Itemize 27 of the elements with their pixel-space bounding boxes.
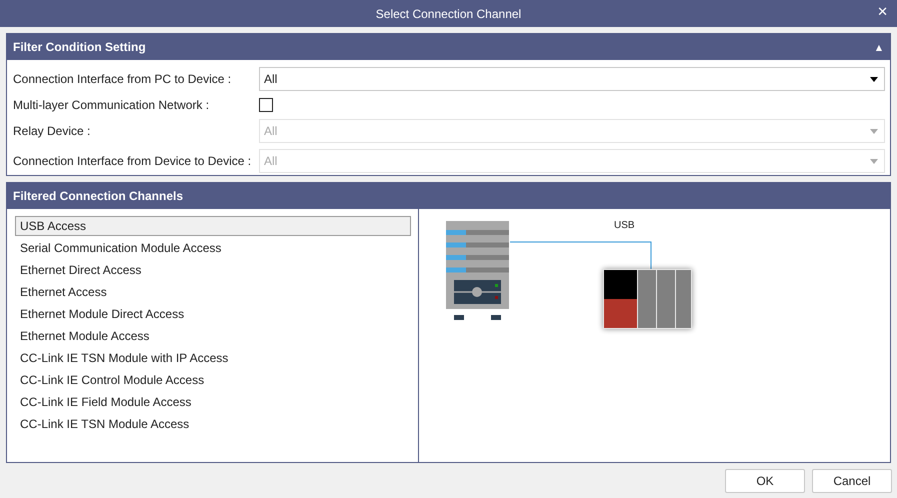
channel-list-item[interactable]: CC-Link IE Control Module Access xyxy=(15,370,411,390)
collapse-button[interactable]: ▲ xyxy=(874,42,884,52)
caret-icon xyxy=(870,76,878,82)
panel-title: Filter Condition Setting xyxy=(13,40,146,54)
dialog-button[interactable]: Cancel xyxy=(812,469,892,493)
field-label: Multi-layer Communication Network : xyxy=(13,98,210,112)
field-label: Connection Interface from Device to Device : xyxy=(13,154,252,168)
dropdown-field[interactable]: All xyxy=(259,67,885,91)
checkbox[interactable] xyxy=(259,98,273,112)
window-title: Select Connection Channel xyxy=(376,6,522,20)
channel-list-item[interactable]: CC-Link IE TSN Module Access xyxy=(15,414,411,434)
channel-list-item[interactable]: CC-Link IE Field Module Access xyxy=(15,392,411,412)
channel-list-item[interactable]: Ethernet Module Access xyxy=(15,326,411,346)
channel-list-item[interactable]: Ethernet Module Direct Access xyxy=(15,304,411,324)
field-label: Relay Device : xyxy=(13,124,92,138)
close-button[interactable]: ✕ xyxy=(874,5,891,20)
connection-label: USB xyxy=(614,220,635,231)
dialog-button[interactable]: OK xyxy=(725,469,805,493)
channel-list-item[interactable]: CC-Link IE TSN Module with IP Access xyxy=(15,348,411,368)
field-label: Connection Interface from PC to Device : xyxy=(13,72,232,86)
panel-title: Filtered Connection Channels xyxy=(13,189,184,203)
channel-list-item[interactable]: Serial Communication Module Access xyxy=(15,238,411,258)
caret-icon xyxy=(870,158,878,164)
channel-list-item[interactable]: Ethernet Access xyxy=(15,282,411,302)
channel-list-item[interactable]: Ethernet Direct Access xyxy=(15,260,411,280)
channel-list-item[interactable]: USB Access xyxy=(15,216,411,236)
caret-icon xyxy=(870,128,878,134)
